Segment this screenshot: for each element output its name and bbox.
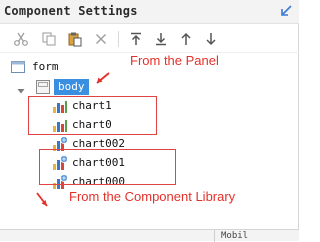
expand-triangle-icon[interactable] <box>17 87 25 95</box>
paste-icon <box>68 32 82 47</box>
scissors-icon <box>14 32 28 46</box>
tree-node-label: form <box>32 60 59 73</box>
paste-button[interactable] <box>66 31 84 47</box>
panel-title: Component Settings <box>4 4 138 18</box>
move-down-button[interactable] <box>202 31 220 47</box>
delete-button[interactable] <box>92 31 110 47</box>
arrow-to-top-icon <box>131 32 141 45</box>
toolbar <box>0 25 299 53</box>
x-icon <box>95 33 107 45</box>
copy-icon <box>42 32 56 46</box>
tree-node-body[interactable]: body <box>35 78 89 96</box>
move-bottom-button[interactable] <box>152 31 170 47</box>
from-panel-annotation: From the Panel <box>130 53 219 68</box>
arrow-down-icon <box>206 33 216 46</box>
library-components-highlight <box>39 149 176 185</box>
move-top-button[interactable] <box>127 31 145 47</box>
toolbar-separator <box>118 31 119 47</box>
copy-button[interactable] <box>40 31 58 47</box>
panel-header: Component Settings <box>0 0 299 24</box>
cut-button[interactable] <box>12 31 30 47</box>
panel-components-highlight <box>28 96 157 135</box>
tree-node-form[interactable]: form <box>10 58 59 76</box>
footer-tab[interactable]: Mobil <box>214 230 254 242</box>
arrow-to-bottom-icon <box>156 33 166 46</box>
tree-node-label: body <box>54 79 89 95</box>
form-icon <box>11 61 25 73</box>
arrow-up-icon <box>181 32 191 45</box>
from-library-annotation: From the Component Library <box>69 189 236 204</box>
footer-bar: Mobil <box>0 229 299 242</box>
collapse-arrow-icon[interactable] <box>279 4 293 18</box>
component-settings-panel: Component Settings form body chart1 char… <box>0 0 299 242</box>
body-icon <box>36 80 50 94</box>
move-up-button[interactable] <box>177 31 195 47</box>
